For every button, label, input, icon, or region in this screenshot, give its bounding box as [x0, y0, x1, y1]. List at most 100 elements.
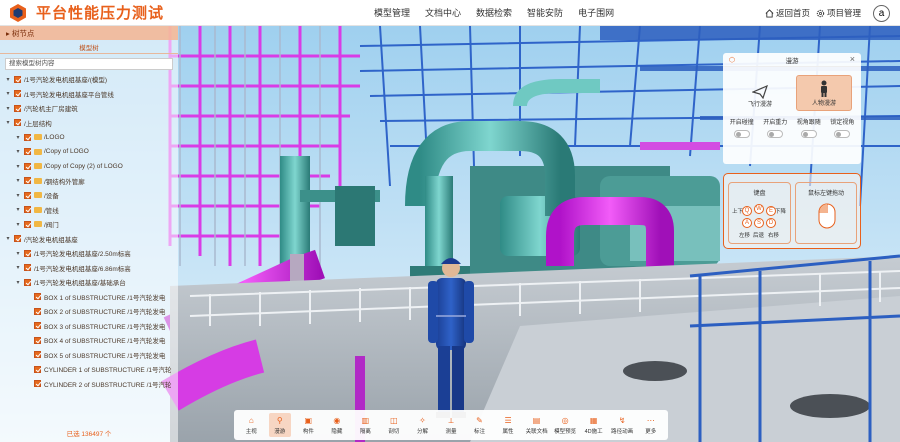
- expand-arrow-icon[interactable]: ▾: [14, 163, 22, 170]
- tree-row[interactable]: ▾ /设备: [0, 188, 178, 203]
- tree-row[interactable]: ▾ /钢结构外管廊: [0, 174, 178, 189]
- user-avatar[interactable]: a: [873, 4, 890, 22]
- tree-checkbox[interactable]: [34, 365, 41, 373]
- tree-row[interactable]: ▾ /Copy of LOGO: [0, 145, 178, 160]
- expand-arrow-icon[interactable]: ▾: [14, 250, 22, 257]
- tree-row[interactable]: ▾ /管线: [0, 203, 178, 218]
- tool-isolate[interactable]: ▥ 隔离: [354, 416, 376, 435]
- tree-panel-header[interactable]: ▸ 树节点: [0, 26, 178, 40]
- expand-arrow-icon[interactable]: ▾: [14, 192, 22, 199]
- tree-checkbox[interactable]: [14, 104, 21, 112]
- tool-more[interactable]: ⋯ 更多: [640, 416, 662, 435]
- tree-checkbox[interactable]: [34, 293, 41, 301]
- tree-row[interactable]: BOX 3 of SUBSTRUCTURE /1号汽轮发电: [0, 319, 178, 334]
- tree-checkbox[interactable]: [24, 133, 31, 141]
- nav-model-management[interactable]: 模型管理: [374, 6, 410, 19]
- tool-explode[interactable]: ✧ 分解: [411, 416, 433, 435]
- lock-toggle[interactable]: [834, 130, 851, 138]
- expand-arrow-icon[interactable]: ▾: [14, 264, 22, 271]
- isolate-icon: ▥: [361, 415, 370, 425]
- tree-row[interactable]: ▾ /LOGO: [0, 130, 178, 145]
- tree-checkbox[interactable]: [34, 322, 41, 330]
- tree-checkbox[interactable]: [24, 264, 31, 272]
- tab-model-tree[interactable]: 模型树: [0, 40, 178, 54]
- tree-row[interactable]: ▾ /上层结构: [0, 116, 178, 131]
- folder-icon: [34, 177, 42, 184]
- person-roam-button[interactable]: 人物漫游: [796, 75, 852, 111]
- tool-walk[interactable]: ⚲ 漫游: [268, 413, 291, 437]
- tool-home[interactable]: ⌂ 主视: [240, 416, 262, 435]
- nav-data-search[interactable]: 数据检索: [476, 6, 512, 19]
- key-e: E: [766, 206, 776, 216]
- tool-markup[interactable]: ✎ 标注: [469, 416, 491, 435]
- tree-row[interactable]: ▾ /Copy of Copy (2) of LOGO: [0, 159, 178, 174]
- tree-checkbox[interactable]: [14, 235, 21, 243]
- project-management-button[interactable]: 项目管理: [816, 7, 861, 19]
- expand-arrow-icon[interactable]: ▾: [14, 279, 22, 286]
- tree-checkbox[interactable]: [24, 206, 31, 214]
- tree-row[interactable]: CYLINDER 1 of SUBSTRUCTURE /1号汽轮: [0, 362, 178, 377]
- tool-label: 漫游: [274, 428, 286, 435]
- tool-measure[interactable]: ⟂ 测量: [440, 416, 462, 435]
- tree-checkbox[interactable]: [24, 249, 31, 257]
- tool-timeline[interactable]: ▦ 4D施工: [583, 416, 605, 435]
- tool-preview[interactable]: ◎ 模型预览: [554, 416, 576, 435]
- back-home-button[interactable]: 返回首页: [765, 7, 810, 19]
- expand-arrow-icon[interactable]: ▾: [14, 221, 22, 228]
- expand-arrow-icon[interactable]: ▾: [4, 76, 12, 83]
- nav-electronic-fence[interactable]: 电子围网: [578, 6, 614, 19]
- tree-row[interactable]: BOX 5 of SUBSTRUCTURE /1号汽轮发电: [0, 348, 178, 363]
- expand-arrow-icon[interactable]: ▾: [4, 90, 12, 97]
- tree-checkbox[interactable]: [14, 119, 21, 127]
- tree-row[interactable]: CYLINDER 2 of SUBSTRUCTURE /1号汽轮: [0, 377, 178, 392]
- tool-section[interactable]: ◫ 剖切: [383, 416, 405, 435]
- expand-arrow-icon[interactable]: ▾: [4, 235, 12, 242]
- tree-row[interactable]: ▾ /阀门: [0, 217, 178, 232]
- tree-checkbox[interactable]: [34, 307, 41, 315]
- tree-checkbox[interactable]: [14, 90, 21, 98]
- gravity-toggle[interactable]: [767, 130, 784, 138]
- expand-arrow-icon[interactable]: ▾: [14, 148, 22, 155]
- tree-checkbox[interactable]: [24, 162, 31, 170]
- follow-toggle[interactable]: [800, 130, 817, 138]
- expand-arrow-icon[interactable]: ▾: [14, 134, 22, 141]
- gear-icon: [816, 9, 825, 17]
- tree-checkbox[interactable]: [24, 177, 31, 185]
- tree-checkbox[interactable]: [34, 351, 41, 359]
- tree-search-input[interactable]: 搜索模型树内容: [5, 58, 173, 70]
- tool-property[interactable]: ☰ 属性: [497, 416, 519, 435]
- key-d: D: [766, 218, 776, 228]
- tree-checkbox[interactable]: [24, 278, 31, 286]
- tree-row[interactable]: BOX 1 of SUBSTRUCTURE /1号汽轮发电: [0, 290, 178, 305]
- tool-label: 属性: [502, 428, 514, 435]
- tree-row[interactable]: ▾ /汽轮发电机组基座: [0, 232, 178, 247]
- fly-roam-button[interactable]: 飞行漫游: [732, 75, 788, 111]
- nav-document-center[interactable]: 文档中心: [425, 6, 461, 19]
- tree-checkbox[interactable]: [24, 191, 31, 199]
- close-icon[interactable]: ×: [850, 54, 855, 64]
- tool-label: 更多: [645, 428, 657, 435]
- tree-row[interactable]: BOX 4 of SUBSTRUCTURE /1号汽轮发电: [0, 333, 178, 348]
- collision-toggle[interactable]: [733, 130, 750, 138]
- expand-arrow-icon[interactable]: ▾: [4, 105, 12, 112]
- tree-row[interactable]: ▾ /1号汽轮发电机组基座/6.86m标高: [0, 261, 178, 276]
- expand-arrow-icon[interactable]: ▾: [4, 119, 12, 126]
- tree-checkbox[interactable]: [14, 75, 21, 83]
- tree-row[interactable]: ▾ /1号汽轮发电机组基座/2.50m标高: [0, 246, 178, 261]
- tree-checkbox[interactable]: [34, 336, 41, 344]
- expand-arrow-icon[interactable]: ▾: [14, 177, 22, 184]
- tool-doc[interactable]: ▤ 关联文档: [526, 416, 548, 435]
- tree-checkbox[interactable]: [24, 148, 31, 156]
- expand-arrow-icon[interactable]: ▾: [14, 206, 22, 213]
- nav-smart-security[interactable]: 智能安防: [527, 6, 563, 19]
- tree-row[interactable]: BOX 2 of SUBSTRUCTURE /1号汽轮发电: [0, 304, 178, 319]
- tool-eye[interactable]: ◉ 隐藏: [326, 416, 348, 435]
- tree-row[interactable]: ▾ /1号汽轮发电机组基座/(模型): [0, 72, 178, 87]
- tree-checkbox[interactable]: [34, 380, 41, 388]
- tree-row[interactable]: ▾ /汽轮机主厂房建筑: [0, 101, 178, 116]
- tool-cube[interactable]: ▣ 构件: [297, 416, 319, 435]
- tree-row[interactable]: ▾ /1号汽轮发电机组基座平台管线: [0, 87, 178, 102]
- tool-path[interactable]: ↯ 路径动画: [611, 416, 633, 435]
- tree-row[interactable]: ▾ /1号汽轮发电机组基座/基础承台: [0, 275, 178, 290]
- tree-checkbox[interactable]: [24, 220, 31, 228]
